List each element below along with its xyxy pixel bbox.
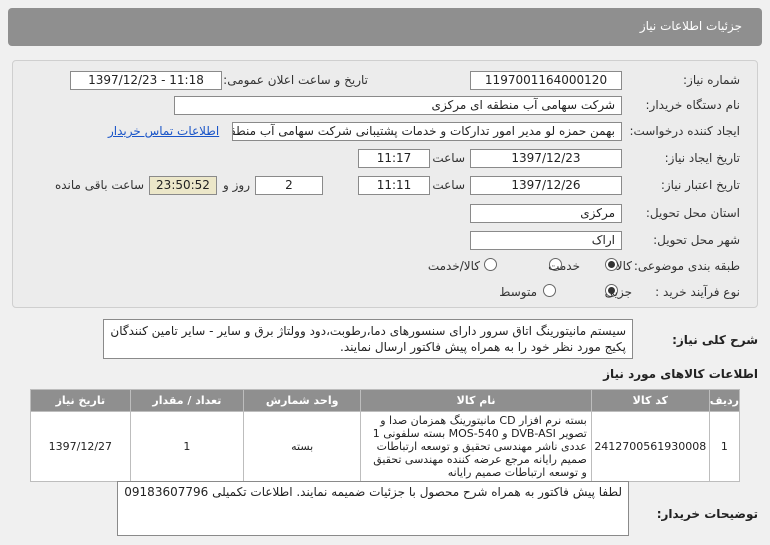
- cell-qty: 1: [129, 411, 245, 482]
- col-name: نام کالا: [360, 389, 592, 412]
- items-section-title: اطلاعات کالاهای مورد نیاز: [603, 367, 758, 381]
- items-table-header: ردیف کد کالا نام کالا واحد شمارش تعداد /…: [30, 389, 741, 412]
- buyer-contact-link[interactable]: اطلاعات تماس خریدار: [108, 124, 219, 138]
- remaining-label: ساعت باقی مانده: [54, 178, 144, 192]
- process-label: نوع فرآیند خرید :: [655, 285, 740, 299]
- description-label: شرح کلی نیاز:: [672, 333, 758, 347]
- validity-date-field: 1397/12/26: [470, 176, 622, 195]
- cell-code: 2412700561930008: [590, 411, 710, 482]
- created-time-label: ساعت: [432, 151, 465, 165]
- announce-datetime-field: 1397/12/23 - 11:18: [70, 71, 222, 90]
- description-field: سیستم مانیتورینگ اتاق سرور دارای سنسورها…: [103, 319, 633, 359]
- category-radio-goods-service[interactable]: [484, 258, 497, 271]
- creator-label: ایجاد کننده درخواست:: [629, 124, 740, 138]
- need-number-field: 1197001164000120: [470, 71, 622, 90]
- category-label: طبقه بندی موضوعی:: [633, 259, 740, 273]
- col-row: ردیف: [708, 389, 741, 412]
- process-option-medium: متوسط: [499, 285, 537, 299]
- page-header: جزئیات اطلاعات نیاز: [8, 8, 762, 46]
- page-title: جزئیات اطلاعات نیاز: [639, 19, 742, 33]
- time-remaining-field: 23:50:52: [149, 176, 217, 195]
- city-field: اراک: [470, 231, 622, 250]
- cell-unit: بسته: [242, 411, 362, 482]
- validity-date-label: تاریخ اعتبار نیاز:: [660, 178, 740, 192]
- days-label: روز و: [223, 178, 250, 192]
- validity-time-field: 11:11: [358, 176, 430, 195]
- created-date-label: تاریخ ایجاد نیاز:: [664, 151, 740, 165]
- city-label: شهر محل تحویل:: [653, 233, 740, 247]
- province-label: استان محل تحویل:: [645, 206, 740, 220]
- items-table: ردیف کد کالا نام کالا واحد شمارش تعداد /…: [30, 389, 741, 482]
- col-unit: واحد شمارش: [242, 389, 362, 412]
- notes-label: توضیحات خریدار:: [656, 507, 758, 521]
- table-row: 1 2412700561930008 بسته نرم افزار CD مان…: [30, 411, 741, 482]
- category-option-goods-service: کالا/خدمت: [427, 259, 480, 273]
- col-code: کد کالا: [590, 389, 710, 412]
- process-option-minor: جزیی: [604, 285, 632, 299]
- announce-label: تاریخ و ساعت اعلان عمومی:: [223, 73, 368, 87]
- category-option-service: خدمت: [548, 259, 580, 273]
- created-date-field: 1397/12/23: [470, 149, 622, 168]
- cell-date: 1397/12/27: [30, 411, 131, 482]
- cell-row: 1: [708, 411, 741, 482]
- created-time-field: 11:17: [358, 149, 430, 168]
- category-option-goods: کالا: [615, 259, 632, 273]
- cell-name: بسته نرم افزار CD مانیتورینگ همزمان صدا …: [360, 411, 592, 482]
- process-radio-medium[interactable]: [543, 284, 556, 297]
- validity-time-label: ساعت: [432, 178, 465, 192]
- col-date: تاریخ نیاز: [30, 389, 131, 412]
- days-remaining-field: 2: [255, 176, 323, 195]
- province-field: مرکزی: [470, 204, 622, 223]
- col-qty: تعداد / مقدار: [129, 389, 245, 412]
- creator-field: بهمن حمزه لو مدیر امور تدارکات و خدمات پ…: [232, 122, 622, 141]
- buyer-field: شرکت سهامی آب منطقه ای مرکزی: [174, 96, 622, 115]
- buyer-notes-field: لطفا پیش فاکتور به همراه شرح محصول با جز…: [117, 481, 629, 536]
- buyer-label: نام دستگاه خریدار:: [645, 98, 741, 112]
- need-number-label: شماره نیاز:: [683, 73, 740, 87]
